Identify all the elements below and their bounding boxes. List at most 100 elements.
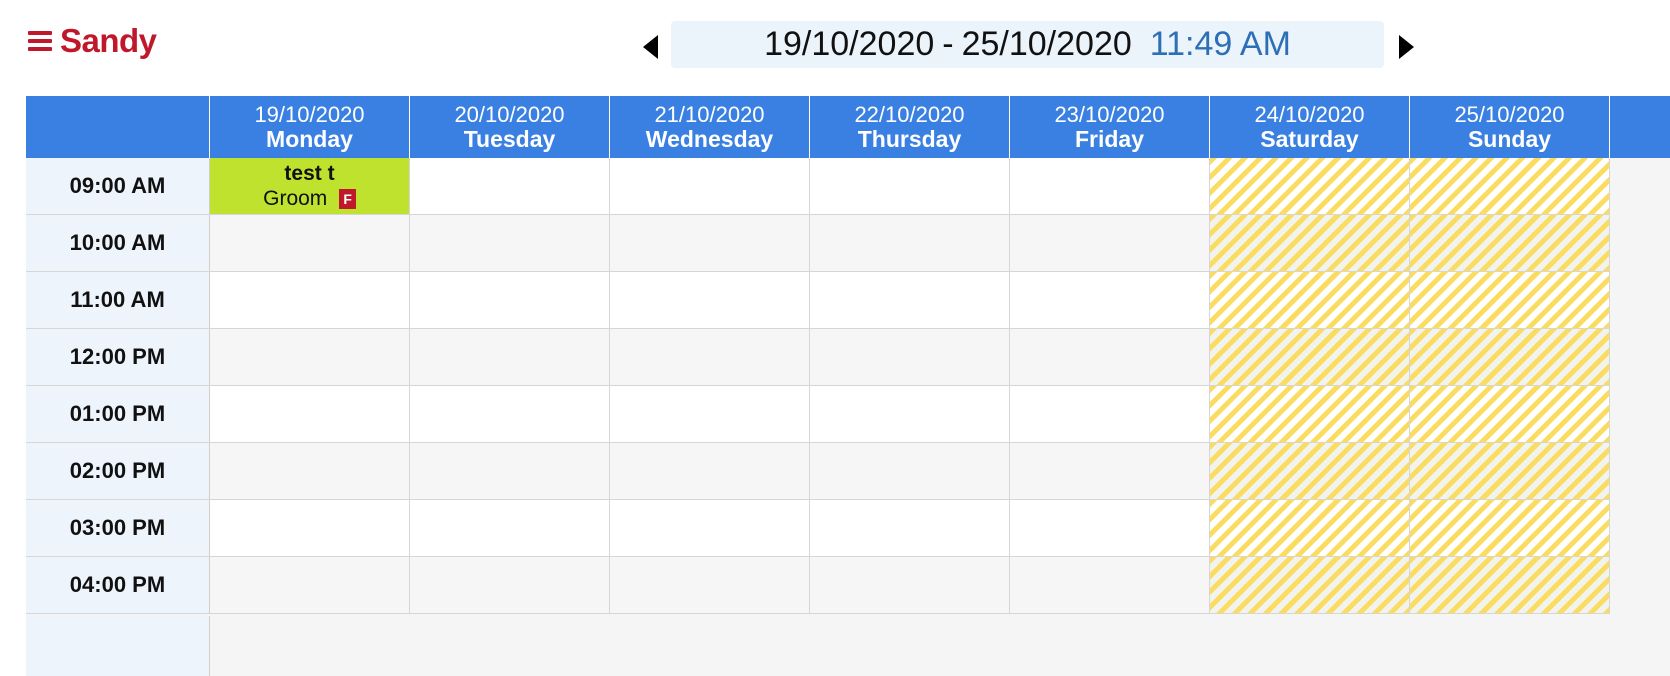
- time-slot-cell[interactable]: [210, 500, 410, 556]
- day-date: 24/10/2020: [1254, 102, 1365, 127]
- time-slot-cell[interactable]: [610, 500, 810, 556]
- time-slot-cell[interactable]: [1410, 215, 1610, 271]
- time-slot-rows: 09:00 AM test t Groom F 10:00 AM 11:00 AM 12:0…: [26, 158, 1610, 614]
- time-slot-cell[interactable]: [810, 329, 1010, 385]
- time-row: 04:00 PM: [26, 557, 1610, 614]
- time-slot-cell[interactable]: [410, 329, 610, 385]
- time-label: 11:00 AM: [26, 272, 210, 328]
- time-slot-cell[interactable]: [210, 329, 410, 385]
- day-header-thursday[interactable]: 22/10/2020 Thursday: [810, 96, 1010, 158]
- time-slot-cell[interactable]: [610, 272, 810, 328]
- time-slot-cell[interactable]: [1410, 158, 1610, 214]
- time-slot-cell[interactable]: test t Groom F: [210, 158, 410, 214]
- time-slot-cell[interactable]: [1210, 443, 1410, 499]
- date-range-display: 19/10/2020 - 25/10/2020 11:49 AM: [671, 21, 1384, 68]
- day-name: Saturday: [1260, 126, 1359, 152]
- time-slot-cell[interactable]: [410, 443, 610, 499]
- time-slot-cell[interactable]: [610, 386, 810, 442]
- event-details: Groom F: [210, 186, 409, 211]
- time-slot-cell[interactable]: [210, 215, 410, 271]
- time-label: 09:00 AM: [26, 158, 210, 214]
- time-slot-cell[interactable]: [210, 443, 410, 499]
- time-row: 11:00 AM: [26, 272, 1610, 329]
- day-date: 23/10/2020: [1054, 102, 1165, 127]
- time-slot-cell[interactable]: [810, 386, 1010, 442]
- time-slot-cell[interactable]: [810, 500, 1010, 556]
- time-slot-cell[interactable]: [810, 215, 1010, 271]
- time-slot-cell[interactable]: [1410, 329, 1610, 385]
- time-slot-cell[interactable]: [610, 215, 810, 271]
- time-slot-cell[interactable]: [210, 272, 410, 328]
- triangle-right-icon[interactable]: [1399, 35, 1414, 59]
- time-label: 02:00 PM: [26, 443, 210, 499]
- time-label: 12:00 PM: [26, 329, 210, 385]
- event-badge: F: [339, 188, 356, 209]
- time-slot-cell[interactable]: [1410, 272, 1610, 328]
- time-row: 12:00 PM: [26, 329, 1610, 386]
- time-slot-cell[interactable]: [610, 158, 810, 214]
- day-header-monday[interactable]: 19/10/2020 Monday: [210, 96, 410, 158]
- time-row: 10:00 AM: [26, 215, 1610, 272]
- time-column-filler: [26, 616, 210, 676]
- time-slot-cell[interactable]: [210, 557, 410, 613]
- time-slot-cell[interactable]: [1410, 386, 1610, 442]
- date-range-separator: -: [942, 25, 954, 63]
- time-slot-cell[interactable]: [410, 272, 610, 328]
- day-date: 19/10/2020: [254, 102, 365, 127]
- time-slot-cell[interactable]: [810, 272, 1010, 328]
- time-slot-cell[interactable]: [410, 386, 610, 442]
- time-slot-cell[interactable]: [1010, 215, 1210, 271]
- day-header-wednesday[interactable]: 21/10/2020 Wednesday: [610, 96, 810, 158]
- day-date: 20/10/2020: [454, 102, 565, 127]
- time-slot-cell[interactable]: [1410, 443, 1610, 499]
- time-slot-cell[interactable]: [810, 158, 1010, 214]
- time-slot-cell[interactable]: [1010, 557, 1210, 613]
- time-slot-cell[interactable]: [1210, 215, 1410, 271]
- time-slot-cell[interactable]: [610, 443, 810, 499]
- time-label: 01:00 PM: [26, 386, 210, 442]
- calendar-grid: 19/10/2020 Monday 20/10/2020 Tuesday 21/…: [26, 96, 1670, 676]
- day-name: Monday: [266, 126, 353, 152]
- day-header-sunday[interactable]: 25/10/2020 Sunday: [1410, 96, 1610, 158]
- appointment-event[interactable]: test t Groom F: [210, 158, 409, 214]
- event-title: test t: [284, 162, 335, 185]
- time-slot-cell[interactable]: [1210, 386, 1410, 442]
- time-slot-cell[interactable]: [810, 557, 1010, 613]
- day-date: 22/10/2020: [854, 102, 965, 127]
- time-slot-cell[interactable]: [410, 557, 610, 613]
- time-label: 10:00 AM: [26, 215, 210, 271]
- time-slot-cell[interactable]: [1410, 500, 1610, 556]
- time-slot-cell[interactable]: [410, 500, 610, 556]
- time-slot-cell[interactable]: [1010, 443, 1210, 499]
- time-slot-cell[interactable]: [1210, 158, 1410, 214]
- time-slot-cell[interactable]: [1010, 329, 1210, 385]
- menu-button[interactable]: Sandy: [28, 22, 157, 60]
- time-slot-cell[interactable]: [610, 329, 810, 385]
- time-slot-cell[interactable]: [610, 557, 810, 613]
- time-slot-cell[interactable]: [1010, 500, 1210, 556]
- time-slot-cell[interactable]: [410, 158, 610, 214]
- day-date: 21/10/2020: [654, 102, 765, 127]
- time-row: 02:00 PM: [26, 443, 1610, 500]
- date-range-start: 19/10/2020: [764, 25, 935, 63]
- time-slot-cell[interactable]: [1210, 500, 1410, 556]
- time-slot-cell[interactable]: [1410, 557, 1610, 613]
- time-slot-cell[interactable]: [410, 215, 610, 271]
- header-corner: [26, 96, 210, 158]
- day-header-tuesday[interactable]: 20/10/2020 Tuesday: [410, 96, 610, 158]
- time-slot-cell[interactable]: [1010, 272, 1210, 328]
- time-slot-cell[interactable]: [1010, 158, 1210, 214]
- time-slot-cell[interactable]: [1010, 386, 1210, 442]
- day-date: 25/10/2020: [1454, 102, 1565, 127]
- time-slot-cell[interactable]: [210, 386, 410, 442]
- time-row: 09:00 AM test t Groom F: [26, 158, 1610, 215]
- time-slot-cell[interactable]: [810, 443, 1010, 499]
- time-slot-cell[interactable]: [1210, 329, 1410, 385]
- time-row: 01:00 PM: [26, 386, 1610, 443]
- day-header-friday[interactable]: 23/10/2020 Friday: [1010, 96, 1210, 158]
- triangle-left-icon[interactable]: [643, 35, 658, 59]
- time-slot-cell[interactable]: [1210, 272, 1410, 328]
- time-slot-cell[interactable]: [1210, 557, 1410, 613]
- hamburger-icon: [28, 31, 52, 51]
- day-header-saturday[interactable]: 24/10/2020 Saturday: [1210, 96, 1410, 158]
